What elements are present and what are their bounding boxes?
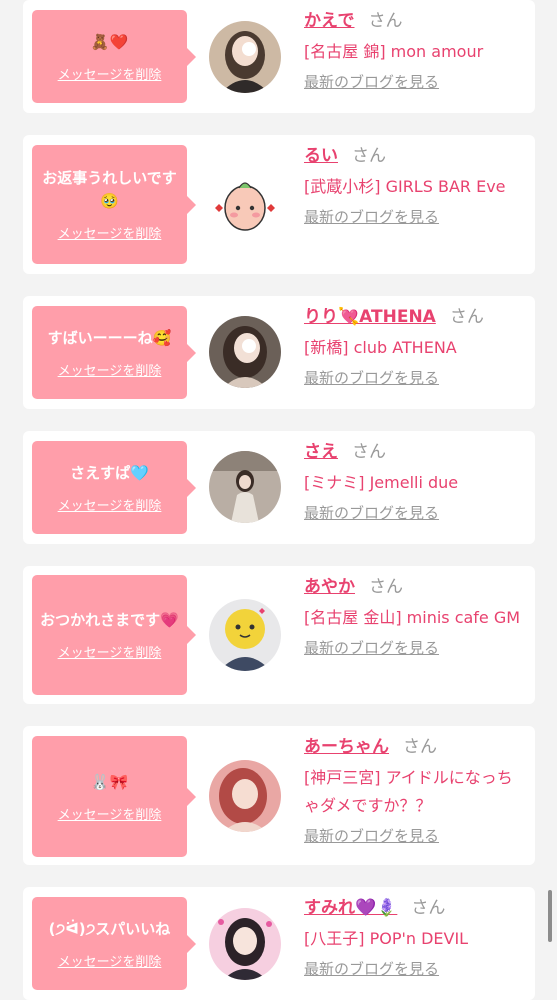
honorific: さん — [352, 442, 386, 462]
message-card: (੭ᐛ)੭スパいいね メッセージを削除 すみれ💜🪻 さん [八王子] POP'n … — [23, 887, 535, 1000]
delete-message-link[interactable]: メッセージを削除 — [58, 642, 162, 661]
sender-info: かえで さん [名古屋 錦] mon amour 最新のブログを見る — [304, 10, 524, 92]
delete-message-link[interactable]: メッセージを削除 — [58, 360, 162, 379]
message-bubble: すばいーーーね🥰 メッセージを削除 — [32, 306, 196, 399]
avatar[interactable] — [209, 908, 281, 980]
sender-name-link[interactable]: さえ — [304, 442, 338, 462]
avatar[interactable] — [209, 760, 281, 832]
latest-blog-link[interactable]: 最新のブログを見る — [304, 207, 524, 227]
message-bubble: 🧸❤️ メッセージを削除 — [32, 10, 196, 103]
avatar[interactable] — [209, 168, 281, 240]
honorific: さん — [368, 11, 403, 31]
message-text: 🧸❤️ — [90, 32, 129, 51]
message-card: 🧸❤️ メッセージを削除 かえで さん [名古屋 錦] mon amour 最新の… — [23, 0, 535, 113]
latest-blog-link[interactable]: 最新のブログを見る — [304, 503, 524, 523]
shop-label: [八王子] POP'n DEVIL — [304, 929, 469, 948]
delete-message-link[interactable]: メッセージを削除 — [58, 64, 162, 83]
message-card: 🐰🎀 メッセージを削除 あーちゃん さん [神戸三宮] アイドルになっちゃダメです… — [23, 726, 535, 865]
sender-info: あーちゃん さん [神戸三宮] アイドルになっちゃダメですか？？ 最新のブログを見… — [304, 736, 524, 846]
sender-name-link[interactable]: かえで — [304, 11, 355, 31]
avatar[interactable] — [209, 599, 281, 671]
message-text: さえすぱ🩵 — [70, 463, 149, 482]
sender-info: りり💘ATHENA さん [新橋] club ATHENA 最新のブログを見る — [304, 306, 524, 388]
message-bubble: おつかれさまです💗 メッセージを削除 — [32, 575, 196, 695]
shop-label: [武蔵小杉] GIRLS BAR Eve — [304, 177, 506, 196]
shop-label: [名古屋 金山] minis cafe GM — [304, 608, 521, 627]
shop-label: [新橋] club ATHENA — [304, 338, 457, 357]
delete-message-link[interactable]: メッセージを削除 — [58, 804, 162, 823]
message-text: (੭ᐛ)੭スパいいね — [48, 919, 171, 938]
avatar[interactable] — [209, 451, 281, 523]
latest-blog-link[interactable]: 最新のブログを見る — [304, 959, 524, 979]
sender-name-link[interactable]: あーちゃん — [304, 737, 389, 757]
delete-message-link[interactable]: メッセージを削除 — [58, 223, 162, 242]
delete-message-link[interactable]: メッセージを削除 — [58, 951, 162, 970]
message-card: さえすぱ🩵 メッセージを削除 さえ さん [ミナミ] Jemelli due 最新… — [23, 431, 535, 544]
latest-blog-link[interactable]: 最新のブログを見る — [304, 638, 524, 658]
sender-info: さえ さん [ミナミ] Jemelli due 最新のブログを見る — [304, 441, 524, 523]
message-bubble: さえすぱ🩵 メッセージを削除 — [32, 441, 196, 534]
message-text: 🐰🎀 — [90, 772, 129, 791]
honorific: さん — [449, 307, 484, 327]
sender-name-link[interactable]: りり💘ATHENA — [304, 307, 436, 327]
delete-message-link[interactable]: メッセージを削除 — [58, 495, 162, 514]
avatar[interactable] — [209, 316, 281, 388]
honorific: さん — [352, 146, 386, 166]
honorific: さん — [369, 577, 403, 597]
message-text: すばいーーーね🥰 — [47, 328, 172, 347]
scrollbar[interactable] — [548, 890, 552, 942]
message-bubble: (੭ᐛ)੭スパいいね メッセージを削除 — [32, 897, 196, 990]
message-text: お返事うれしいです🥹 — [42, 169, 177, 210]
latest-blog-link[interactable]: 最新のブログを見る — [304, 368, 524, 388]
shop-label: [名古屋 錦] mon amour — [304, 42, 484, 61]
honorific: さん — [411, 898, 446, 918]
message-card: すばいーーーね🥰 メッセージを削除 りり💘ATHENA さん [新橋] club … — [23, 296, 535, 409]
sender-info: るい さん [武蔵小杉] GIRLS BAR Eve 最新のブログを見る — [304, 145, 524, 227]
message-text: おつかれさまです💗 — [40, 611, 179, 629]
sender-info: すみれ💜🪻 さん [八王子] POP'n DEVIL 最新のブログを見る — [304, 897, 524, 979]
latest-blog-link[interactable]: 最新のブログを見る — [304, 72, 524, 92]
shop-label: [神戸三宮] アイドルになっちゃダメですか？？ — [304, 768, 513, 815]
message-bubble: お返事うれしいです🥹 メッセージを削除 — [32, 145, 196, 264]
sender-name-link[interactable]: すみれ💜🪻 — [304, 898, 397, 918]
sender-info: あやか さん [名古屋 金山] minis cafe GM 最新のブログを見る — [304, 576, 524, 658]
message-bubble: 🐰🎀 メッセージを削除 — [32, 736, 196, 857]
avatar[interactable] — [209, 21, 281, 93]
sender-name-link[interactable]: るい — [304, 146, 338, 166]
sender-name-link[interactable]: あやか — [304, 577, 355, 597]
shop-label: [ミナミ] Jemelli due — [304, 473, 459, 492]
message-card: おつかれさまです💗 メッセージを削除 あやか さん [名古屋 金山] minis … — [23, 566, 535, 704]
latest-blog-link[interactable]: 最新のブログを見る — [304, 826, 524, 846]
honorific: さん — [403, 737, 437, 757]
message-card: お返事うれしいです🥹 メッセージを削除 るい さん [武蔵小杉] GIRLS BA… — [23, 135, 535, 274]
